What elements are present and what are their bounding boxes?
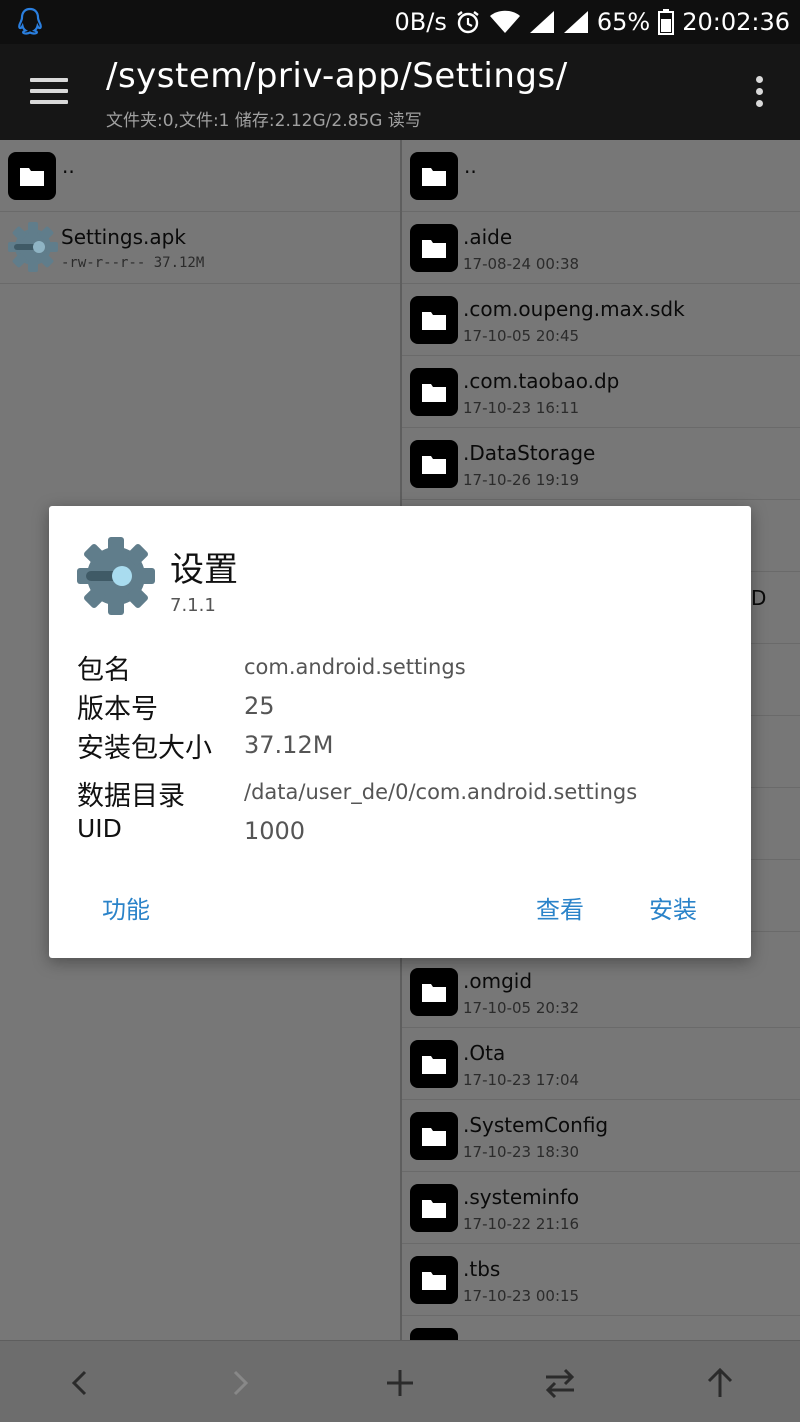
battery-icon xyxy=(658,9,675,35)
folder-name: .aide xyxy=(463,225,513,249)
settings-app-icon xyxy=(77,537,155,615)
folder-icon xyxy=(410,1040,458,1088)
bottom-action-bar xyxy=(0,1340,800,1422)
folder-icon xyxy=(410,152,458,200)
folder-row[interactable]: .SystemConfig 17-10-23 18:30 xyxy=(402,1100,800,1172)
folder-date: 17-08-24 00:38 xyxy=(463,255,580,273)
features-button[interactable]: 功能 xyxy=(102,890,150,925)
folder-date: 17-10-26 19:19 xyxy=(463,471,580,489)
folder-date: 17-10-05 20:32 xyxy=(463,999,580,1017)
folder-row[interactable]: .com.oupeng.max.sdk 17-10-05 20:45 xyxy=(402,284,800,356)
folder-date: 17-10-23 17:04 xyxy=(463,1071,580,1089)
network-speed: 0B/s xyxy=(394,8,447,36)
swap-panes-icon[interactable] xyxy=(540,1363,580,1403)
folder-name: .systeminfo xyxy=(463,1185,580,1209)
folder-name: .omgid xyxy=(463,969,533,993)
folder-name: .DataStorage xyxy=(463,441,596,465)
folder-name: .SystemConfig xyxy=(463,1113,609,1137)
folder-row[interactable]: .Ota 17-10-23 17:04 xyxy=(402,1028,800,1100)
folder-name: .tbs xyxy=(463,1257,501,1281)
uid-value: 1000 xyxy=(244,817,306,845)
uid-label: UID xyxy=(77,814,122,843)
package-name-value: com.android.settings xyxy=(244,655,466,679)
file-meta: -rw-r--r-- 37.12M xyxy=(61,255,205,271)
back-arrow-icon[interactable] xyxy=(60,1363,100,1403)
folder-row[interactable]: .omgid 17-10-05 20:32 xyxy=(402,956,800,1028)
settings-gear-icon xyxy=(8,222,58,272)
qq-notification-icon xyxy=(18,7,42,35)
folder-row[interactable]: .DataStorage 17-10-26 19:19 xyxy=(402,428,800,500)
data-dir-label: 数据目录 xyxy=(77,781,185,812)
folder-name: .com.oupeng.max.sdk xyxy=(463,297,685,321)
folder-row[interactable]: .tbs 17-10-23 00:15 xyxy=(402,1244,800,1316)
folder-icon xyxy=(410,968,458,1016)
clock: 20:02:36 xyxy=(682,8,790,36)
app-name: 设置 xyxy=(170,550,238,590)
overflow-menu-icon[interactable] xyxy=(756,76,764,108)
data-dir-value: /data/user_de/0/com.android.settings xyxy=(244,780,638,804)
folder-icon xyxy=(410,1112,458,1160)
add-icon[interactable] xyxy=(380,1363,420,1403)
folder-icon xyxy=(410,224,458,272)
package-name-label: 包名 xyxy=(77,655,131,686)
version-code-label: 版本号 xyxy=(77,694,158,725)
folder-date: 17-10-23 18:30 xyxy=(463,1143,580,1161)
folder-icon xyxy=(410,440,458,488)
folder-name: .com.taobao.dp xyxy=(463,369,620,393)
top-toolbar: /system/priv-app/Settings/ 文件夹:0,文件:1 储存… xyxy=(0,44,800,140)
folder-icon xyxy=(410,296,458,344)
wifi-icon xyxy=(489,10,520,33)
folder-date: 17-10-05 20:45 xyxy=(463,327,580,345)
folder-name-partial: D xyxy=(751,586,767,610)
folder-row[interactable]: .systeminfo 17-10-22 21:16 xyxy=(402,1172,800,1244)
folder-date: 17-10-23 00:15 xyxy=(463,1287,580,1305)
folder-icon xyxy=(8,152,56,200)
folder-date: 17-10-22 21:16 xyxy=(463,1215,580,1233)
up-arrow-icon[interactable] xyxy=(700,1363,740,1403)
folder-row[interactable]: .com.taobao.dp 17-10-23 16:11 xyxy=(402,356,800,428)
file-name: Settings.apk xyxy=(61,225,186,249)
package-size-value: 37.12M xyxy=(244,731,334,759)
folder-icon xyxy=(410,1256,458,1304)
folder-row-partial[interactable] xyxy=(402,1316,800,1340)
app-version: 7.1.1 xyxy=(170,595,216,616)
apk-info-dialog: 设置 7.1.1 包名 com.android.settings 版本号 25 … xyxy=(49,506,751,958)
folder-icon xyxy=(410,1184,458,1232)
folder-icon xyxy=(410,1328,458,1340)
package-size-label: 安装包大小 xyxy=(77,733,212,764)
signal-icon-1 xyxy=(529,11,554,33)
alarm-icon xyxy=(457,11,479,34)
status-bar: 0B/s 65% 20:02:36 xyxy=(0,0,800,44)
battery-percent: 65% xyxy=(596,8,651,36)
view-button[interactable]: 查看 xyxy=(536,890,584,925)
parent-dir-row-right[interactable]: .. xyxy=(402,140,800,212)
folder-row[interactable]: .aide 17-08-24 00:38 xyxy=(402,212,800,284)
file-row-settings-apk[interactable]: Settings.apk -rw-r--r-- 37.12M xyxy=(0,212,400,284)
folder-name: .Ota xyxy=(463,1041,506,1065)
folder-icon xyxy=(410,368,458,416)
current-path: /system/priv-app/Settings/ xyxy=(106,56,568,96)
forward-arrow-icon[interactable] xyxy=(220,1363,260,1403)
signal-icon-2 xyxy=(563,11,588,33)
folder-date: 17-10-23 16:11 xyxy=(463,399,580,417)
parent-dir-row-left[interactable]: .. xyxy=(0,140,400,212)
hamburger-menu-icon[interactable] xyxy=(30,78,68,104)
version-code-value: 25 xyxy=(244,692,275,720)
install-button[interactable]: 安装 xyxy=(649,890,697,925)
storage-summary: 文件夹:0,文件:1 储存:2.12G/2.85G 读写 xyxy=(106,111,422,131)
